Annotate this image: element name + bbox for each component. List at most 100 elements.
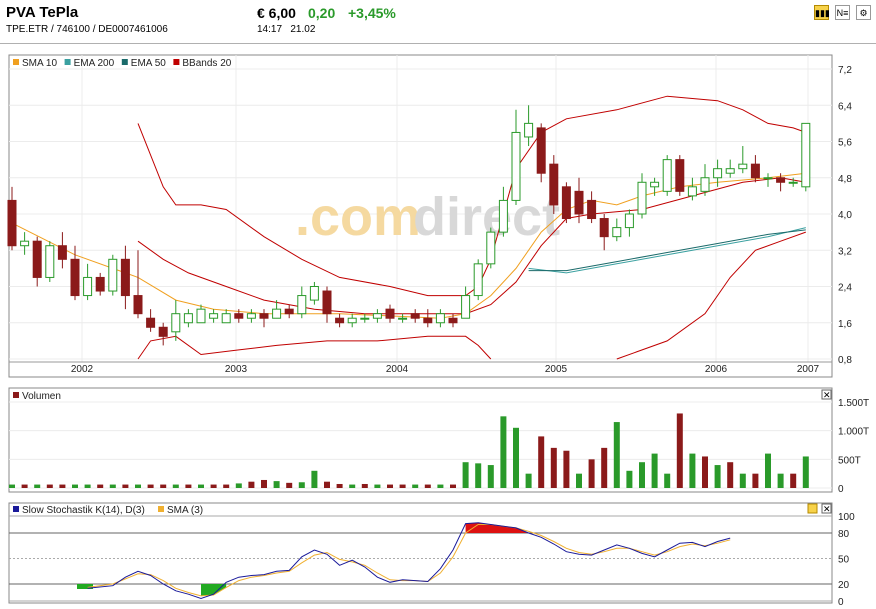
stock-chart: .com direct SMA 10 EMA 200 EMA 50 BBands 20… (7, 54, 869, 608)
volume-tick-label: 500T (838, 455, 861, 466)
legend-swatch (173, 59, 180, 65)
stoch-legend-swatch-d (158, 506, 164, 512)
candle-body (511, 131, 521, 201)
candle-body (146, 317, 156, 328)
candle-body (158, 326, 168, 337)
candle-body (574, 190, 584, 215)
candle-body (423, 317, 433, 324)
price-tick-label: 0,8 (838, 355, 852, 366)
volume-bar (399, 484, 406, 488)
candle-body (461, 295, 471, 319)
volume-tick-label: 1.000T (838, 427, 869, 438)
volume-bar (576, 473, 582, 488)
volume-bar (450, 484, 456, 488)
candle-body (171, 313, 181, 333)
stoch-settings-icon[interactable] (807, 503, 818, 514)
candle-body (587, 199, 597, 220)
candle-body (32, 240, 42, 278)
volume-bar (727, 462, 734, 488)
volume-bar (513, 427, 519, 488)
stoch-tick-label: 80 (838, 529, 850, 540)
volume-bar (286, 482, 293, 488)
volume-bar (487, 465, 494, 488)
candle-body (284, 308, 294, 315)
candle-body (83, 276, 93, 297)
candle-body (750, 163, 760, 179)
legend-label: BBands 20 (182, 58, 231, 69)
candle-body (372, 313, 382, 319)
legend-swatch (13, 59, 19, 65)
price-tick-label: 3,2 (838, 246, 852, 257)
candle-body (234, 313, 244, 319)
volume-legend-swatch (13, 392, 19, 398)
stoch-title: Slow Stochastik K(14), D(3) (22, 505, 145, 516)
candle-body (763, 177, 773, 180)
volume-bar (538, 436, 545, 488)
volume-close-glyph: ✕ (823, 390, 831, 400)
x-tick-label: 2004 (386, 364, 409, 375)
candle-body (95, 276, 105, 292)
candle-body (246, 313, 256, 319)
stoch-close-glyph: ✕ (823, 504, 831, 514)
volume-bar (739, 473, 746, 488)
volume-bar (613, 422, 620, 488)
candle-body (196, 308, 206, 324)
candle-body (713, 168, 723, 179)
candle-body (687, 186, 697, 197)
volume-bar (210, 484, 217, 488)
volume-bar (273, 481, 280, 488)
price-tick-label: 6,4 (838, 101, 852, 112)
legend-label: EMA 50 (131, 58, 166, 69)
stoch-legend-swatch-k (13, 506, 19, 512)
volume-title: Volumen (22, 391, 61, 402)
volume-bar (135, 484, 141, 488)
candle-body (486, 231, 496, 265)
volume-bar (651, 453, 658, 488)
x-tick-label: 2006 (705, 364, 728, 375)
volume-bar (298, 482, 305, 488)
candle-body (725, 168, 735, 174)
x-tick-label: 2005 (545, 364, 568, 375)
volume-bar (437, 484, 444, 488)
candle-body (612, 227, 622, 238)
watermark-prefix: .com (295, 187, 421, 247)
volume-bar (387, 484, 393, 488)
volume-tick-label: 0 (838, 484, 844, 495)
candle-body (57, 245, 67, 260)
stochastic-panel (8, 502, 833, 604)
candle-body (20, 240, 30, 247)
candle-body (70, 258, 80, 297)
candle-body (788, 181, 798, 184)
candle-body (675, 159, 685, 192)
volume-bar (9, 484, 15, 488)
candle-body (776, 177, 786, 183)
stoch-tick-label: 50 (838, 555, 850, 566)
stoch-tick-label: 20 (838, 580, 850, 591)
price-tick-label: 1,6 (838, 319, 852, 330)
stoch-tick-label: 0 (838, 597, 844, 608)
volume-bar (424, 484, 431, 488)
price-tick-label: 7,2 (838, 65, 852, 76)
candle-body (448, 317, 458, 324)
volume-bar (261, 479, 267, 488)
volume-bar (601, 447, 608, 488)
volume-bar (676, 413, 683, 488)
volume-bar (185, 484, 192, 488)
candle-body (435, 313, 445, 324)
stoch-sma-title: SMA (3) (167, 505, 203, 516)
volume-bar (500, 416, 507, 488)
candle-body (398, 317, 408, 320)
candle-body (120, 258, 130, 297)
volume-bar (46, 484, 53, 488)
volume-bar (223, 484, 230, 488)
candle-body (410, 313, 420, 319)
candle-body (473, 263, 483, 297)
candle-body (700, 177, 710, 192)
candle-body (385, 308, 395, 319)
volume-tick-label: 1.500T (838, 398, 869, 409)
volume-bar (664, 473, 671, 488)
volume-bar (324, 481, 330, 488)
volume-bar (525, 473, 532, 488)
volume-bar (802, 456, 809, 488)
volume-bar (563, 450, 570, 488)
